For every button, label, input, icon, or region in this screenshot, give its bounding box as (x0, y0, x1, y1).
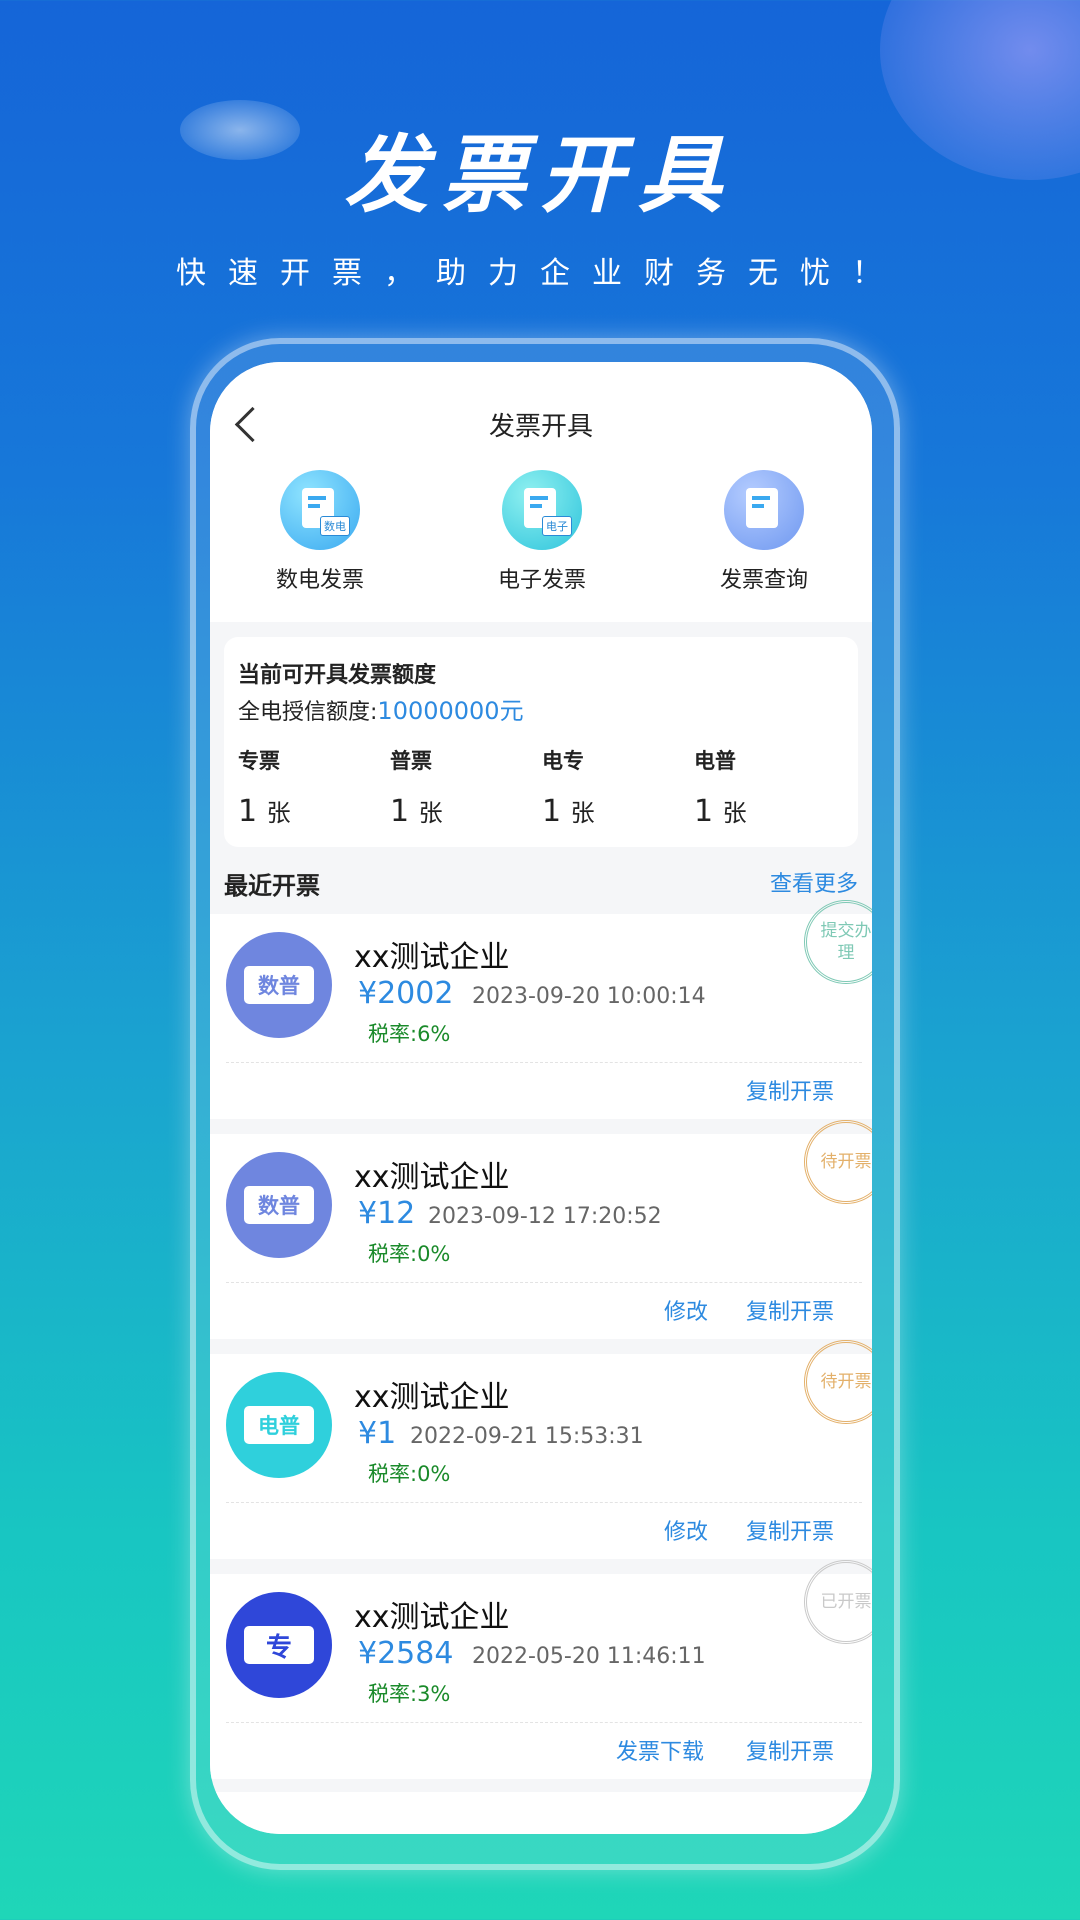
invoice-card[interactable]: 电普 xx测试企业 ¥1 2022-09-21 15:53:31 税率:0% 待… (210, 1340, 872, 1559)
invoice-card[interactable]: 专 xx测试企业 ¥2584 2022-05-20 11:46:11 税率:3%… (210, 1560, 872, 1779)
recent-title: 最近开票 (224, 872, 320, 900)
copy-invoice-button[interactable]: 复制开票 (746, 1294, 834, 1326)
invoice-type-badge: 数普 (226, 1152, 332, 1258)
shortcut-electronic-invoice[interactable]: 电子 电子发票 (462, 470, 622, 594)
quota-type: 专票 1 张 (238, 749, 291, 829)
invoice-date: 2022-05-20 11:46:11 (472, 1644, 706, 1669)
quota-type: 电普 1 张 (694, 749, 747, 829)
status-stamp: 提交办理 (804, 900, 872, 984)
shortcut-label: 电子发票 (497, 568, 586, 593)
phone-screen: 发票开具 数电 数电发票 电子 电子发票 发票查询 当前可开具发票额度 全电授信… (210, 362, 872, 1834)
company-name: xx测试企业 (354, 1600, 510, 1635)
shortcut-label: 数电发票 (275, 568, 364, 593)
invoice-date: 2023-09-20 10:00:14 (472, 984, 706, 1009)
tax-rate: 税率:0% (368, 1462, 451, 1486)
tax-rate: 税率:3% (368, 1682, 451, 1706)
status-stamp: 已开票 (804, 1560, 872, 1644)
edit-button[interactable]: 修改 (664, 1294, 708, 1326)
divider (226, 1722, 862, 1723)
invoice-card[interactable]: 数普 xx测试企业 ¥2002 2023-09-20 10:00:14 税率:6… (210, 900, 872, 1119)
shortcut-digital-invoice[interactable]: 数电 数电发票 (240, 470, 400, 594)
invoice-amount: ¥2584 (358, 1636, 454, 1671)
tax-rate: 税率:6% (368, 1022, 451, 1046)
hero-subtitle: 快速开票，助力企业财务无忧！ (176, 256, 904, 291)
copy-invoice-button[interactable]: 复制开票 (746, 1074, 834, 1106)
quota-type: 普票 1 张 (390, 749, 443, 829)
shortcut-label: 发票查询 (719, 568, 808, 593)
divider (226, 1282, 862, 1283)
company-name: xx测试企业 (354, 1380, 510, 1415)
invoice-amount: ¥1 (358, 1416, 397, 1451)
recent-header: 最近开票 查看更多 (224, 862, 858, 902)
hero-title: 发票开具 (343, 126, 736, 224)
credit-line: 全电授信额度:10000000元 (238, 697, 524, 725)
quota-card: 当前可开具发票额度 全电授信额度:10000000元 专票 1 张 普票 1 张… (224, 637, 858, 847)
divider (226, 1062, 862, 1063)
app-header: 发票开具 数电 数电发票 电子 电子发票 发票查询 (210, 362, 872, 622)
copy-invoice-button[interactable]: 复制开票 (746, 1514, 834, 1546)
invoice-card[interactable]: 数普 xx测试企业 ¥12 2023-09-12 17:20:52 税率:0% … (210, 1120, 872, 1339)
tax-rate: 税率:0% (368, 1242, 451, 1266)
quota-title: 当前可开具发票额度 (238, 663, 437, 688)
invoice-amount: ¥12 (358, 1196, 416, 1231)
divider (226, 1502, 862, 1503)
company-name: xx测试企业 (354, 940, 510, 975)
invoice-amount: ¥2002 (358, 976, 454, 1011)
quota-type: 电专 1 张 (542, 749, 595, 829)
copy-invoice-button[interactable]: 复制开票 (746, 1734, 834, 1766)
invoice-type-badge: 数普 (226, 932, 332, 1038)
invoice-electronic-icon: 电子 (502, 470, 582, 550)
status-stamp: 待开票 (804, 1340, 872, 1424)
nav-title: 发票开具 (488, 412, 593, 442)
shortcut-invoice-search[interactable]: 发票查询 (684, 470, 844, 594)
invoice-type-badge: 专 (226, 1592, 332, 1698)
download-invoice-button[interactable]: 发票下载 (616, 1734, 704, 1766)
status-stamp: 待开票 (804, 1120, 872, 1204)
invoice-date: 2022-09-21 15:53:31 (410, 1424, 644, 1449)
company-name: xx测试企业 (354, 1160, 510, 1195)
invoice-date: 2023-09-12 17:20:52 (428, 1204, 662, 1229)
invoice-digital-icon: 数电 (280, 470, 360, 550)
invoice-type-badge: 电普 (226, 1372, 332, 1478)
view-more-link[interactable]: 查看更多 (770, 866, 858, 898)
edit-button[interactable]: 修改 (664, 1514, 708, 1546)
credit-value: 10000000元 (377, 697, 524, 725)
invoice-search-icon (724, 470, 804, 550)
bottom-bar (210, 1792, 872, 1834)
